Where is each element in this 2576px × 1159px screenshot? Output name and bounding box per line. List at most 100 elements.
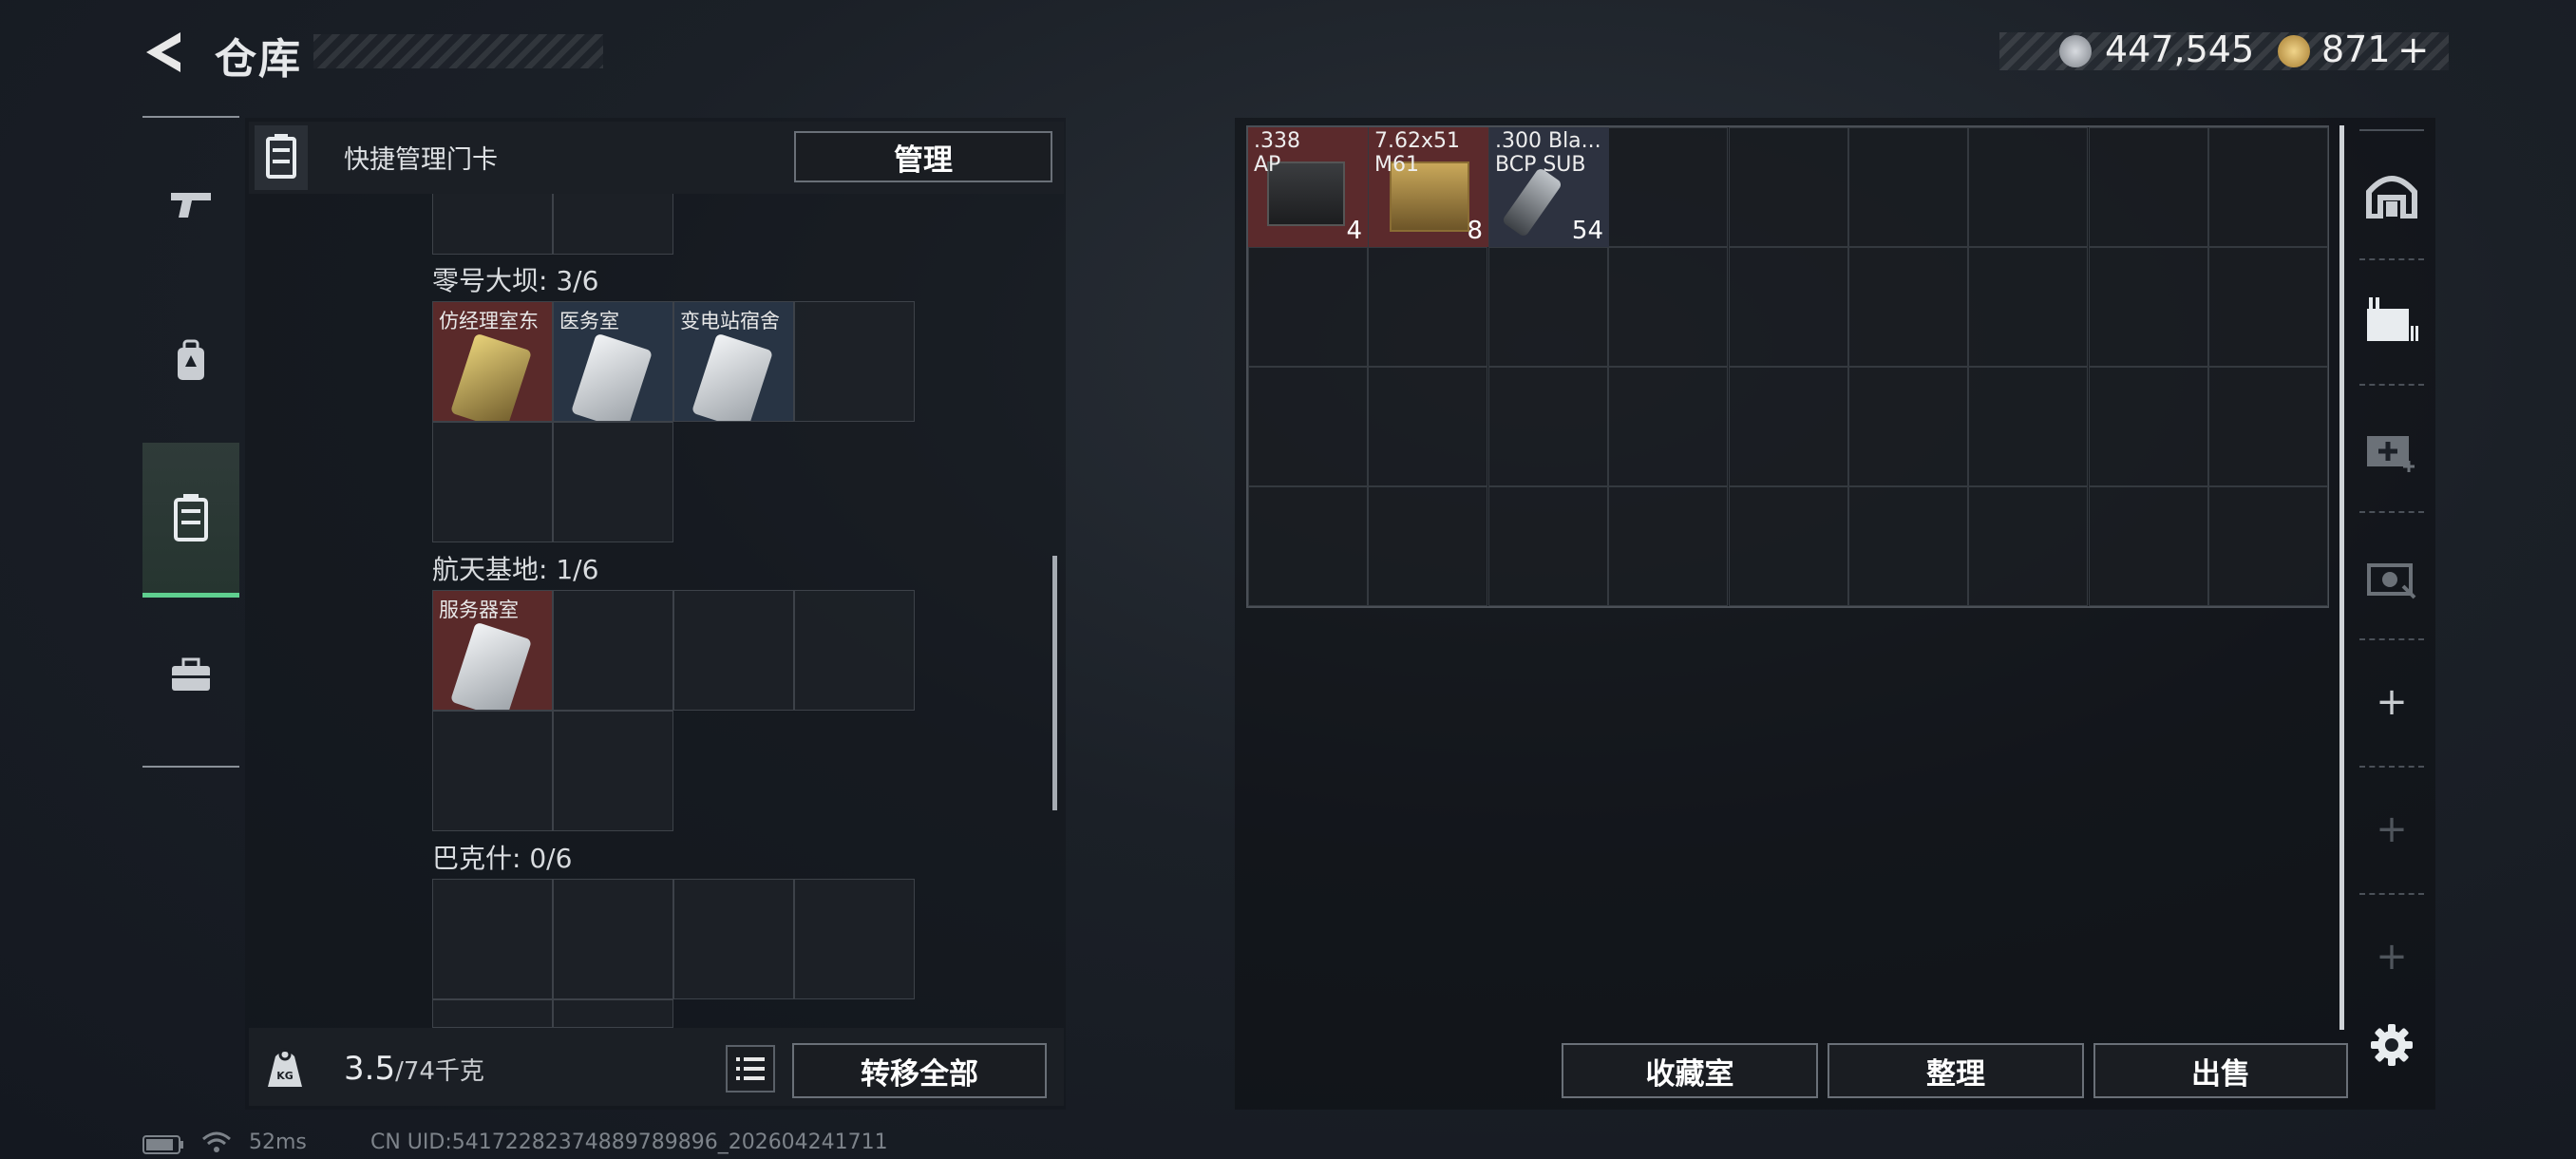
stash-grid-cell[interactable] — [1608, 486, 1729, 606]
settings-gear-icon[interactable] — [2369, 1022, 2415, 1068]
item-count: 4 — [1346, 217, 1362, 245]
keycard-slot[interactable]: 变电站宿舍 — [673, 301, 794, 422]
ping-readout: 52ms — [249, 1130, 307, 1154]
stash-grid-cell[interactable] — [1728, 367, 1848, 486]
keycard-slot[interactable] — [432, 422, 553, 542]
keycard-slot[interactable] — [432, 999, 553, 1028]
stash-grid-cell[interactable] — [2088, 486, 2208, 606]
stash-grid-cell[interactable] — [2208, 247, 2329, 367]
keycard-label: 医务室 — [559, 310, 619, 332]
stash-page-4[interactable] — [2359, 511, 2424, 640]
tab-equipment[interactable] — [142, 290, 239, 432]
silver-currency-amount: 447,545 — [2105, 28, 2255, 70]
add-currency-button[interactable]: + — [2397, 28, 2430, 72]
keycard-slot[interactable] — [432, 190, 553, 255]
stash-item[interactable]: .338 AP 4 — [1248, 127, 1368, 247]
keycard-scrollbar[interactable] — [1052, 556, 1057, 810]
stash-grid-cell[interactable] — [2208, 367, 2329, 486]
add-stash-page-button[interactable]: + — [2359, 638, 2424, 768]
stash-grid-cell[interactable] — [1728, 247, 1848, 367]
keycard-icon — [570, 332, 653, 421]
title-stripe — [313, 34, 603, 68]
keycard-slot[interactable]: 医务室 — [553, 301, 673, 422]
stash-grid-cell[interactable] — [2208, 127, 2329, 247]
keycard-slot[interactable] — [432, 879, 553, 999]
stash-grid-cell[interactable] — [1728, 486, 1848, 606]
stash-grid-cell[interactable] — [1487, 367, 1608, 486]
stash-grid-cell[interactable] — [1728, 127, 1848, 247]
weight-max: /74千克 — [395, 1057, 484, 1086]
keycard-slot[interactable] — [553, 879, 673, 999]
back-arrow-icon[interactable] — [142, 28, 188, 76]
stash-grid-cell[interactable] — [2088, 247, 2208, 367]
keycard-slot[interactable] — [432, 711, 553, 831]
stash-item[interactable]: 7.62x51 M61 8 — [1369, 127, 1488, 247]
keycard-icon — [449, 332, 533, 421]
manage-button[interactable]: 管理 — [794, 131, 1052, 182]
keycard-holder-icon — [174, 494, 208, 542]
stash-grid-cell[interactable] — [2088, 367, 2208, 486]
stash-grid-cell[interactable] — [1368, 486, 1488, 606]
stash-grid-cell[interactable] — [1248, 367, 1368, 486]
item-name: .300 Bla... BCP SUB — [1495, 129, 1601, 177]
stash-grid-cell[interactable] — [1487, 247, 1608, 367]
stash-grid-cell[interactable] — [1608, 247, 1729, 367]
keycard-slot[interactable]: 服务器室 — [432, 590, 553, 711]
keycard-slot[interactable] — [673, 590, 794, 711]
keycard-slot[interactable] — [553, 590, 673, 711]
sell-button[interactable]: 出售 — [2093, 1043, 2348, 1098]
map-section-title: 巴克什: 0/6 — [432, 843, 573, 874]
toolbox-icon — [172, 657, 210, 691]
tab-toolbox[interactable] — [142, 604, 239, 747]
transfer-all-button[interactable]: 转移全部 — [792, 1043, 1047, 1098]
stash-page-2[interactable] — [2359, 256, 2424, 386]
item-name: 7.62x51 M61 — [1374, 129, 1460, 177]
stash-grid-cell[interactable] — [1487, 486, 1608, 606]
stash-grid-cell[interactable] — [1968, 367, 2089, 486]
keycard-slot[interactable]: 仿经理室东 — [432, 301, 553, 422]
keycard-slot[interactable] — [794, 879, 915, 999]
stash-page-3[interactable] — [2359, 384, 2424, 513]
silver-coin-icon — [2059, 35, 2092, 67]
tab-keycards[interactable] — [142, 443, 239, 598]
ammo-round-icon — [1501, 166, 1563, 238]
stash-grid-cell[interactable] — [1848, 247, 1968, 367]
stash-page-main[interactable] — [2359, 129, 2424, 260]
stash-grid-cell[interactable] — [2088, 127, 2208, 247]
stash-grid-cell[interactable] — [1608, 127, 1729, 247]
stash-grid-cell[interactable] — [1368, 367, 1488, 486]
stash-item[interactable]: .300 Bla... BCP SUB 54 — [1489, 127, 1609, 247]
stash-grid-cell[interactable] — [1968, 247, 2089, 367]
weight-icon: KG — [268, 1048, 302, 1087]
stash-grid-cell[interactable] — [1248, 247, 1368, 367]
list-view-button[interactable] — [726, 1045, 775, 1092]
keycard-slot[interactable] — [553, 999, 673, 1028]
stash-grid-cell[interactable] — [1968, 486, 2089, 606]
keycard-slot[interactable] — [794, 590, 915, 711]
keycard-label: 服务器室 — [439, 598, 519, 621]
item-count: 8 — [1467, 217, 1483, 245]
stash-grid-cell[interactable] — [1968, 127, 2089, 247]
wifi-icon — [202, 1131, 231, 1152]
weight-readout: 3.5/74千克 — [344, 1050, 484, 1088]
quick-manage-label: 快捷管理门卡 — [344, 145, 498, 175]
keycard-slot[interactable] — [553, 711, 673, 831]
stash-grid-cell[interactable] — [1608, 367, 1729, 486]
stash-grid-cell[interactable] — [1248, 486, 1368, 606]
stash-grid-cell[interactable] — [2208, 486, 2329, 606]
stash-scrollbar[interactable] — [2339, 125, 2344, 1030]
stash-grid-cell[interactable] — [1848, 486, 1968, 606]
keycard-slot[interactable] — [794, 301, 915, 422]
tab-weapons[interactable] — [142, 133, 239, 276]
keycard-slot[interactable] — [673, 879, 794, 999]
stash-grid-cell[interactable] — [1368, 247, 1488, 367]
stash-grid-cell[interactable] — [1848, 127, 1968, 247]
item-name: .338 AP — [1254, 129, 1300, 177]
sort-button[interactable]: 整理 — [1828, 1043, 2084, 1098]
keycard-slot[interactable] — [553, 190, 673, 255]
collection-room-button[interactable]: 收藏室 — [1562, 1043, 1818, 1098]
keycard-slot[interactable] — [553, 422, 673, 542]
map-section-title: 航天基地: 1/6 — [432, 554, 599, 585]
item-count: 54 — [1571, 217, 1603, 245]
stash-grid-cell[interactable] — [1848, 367, 1968, 486]
